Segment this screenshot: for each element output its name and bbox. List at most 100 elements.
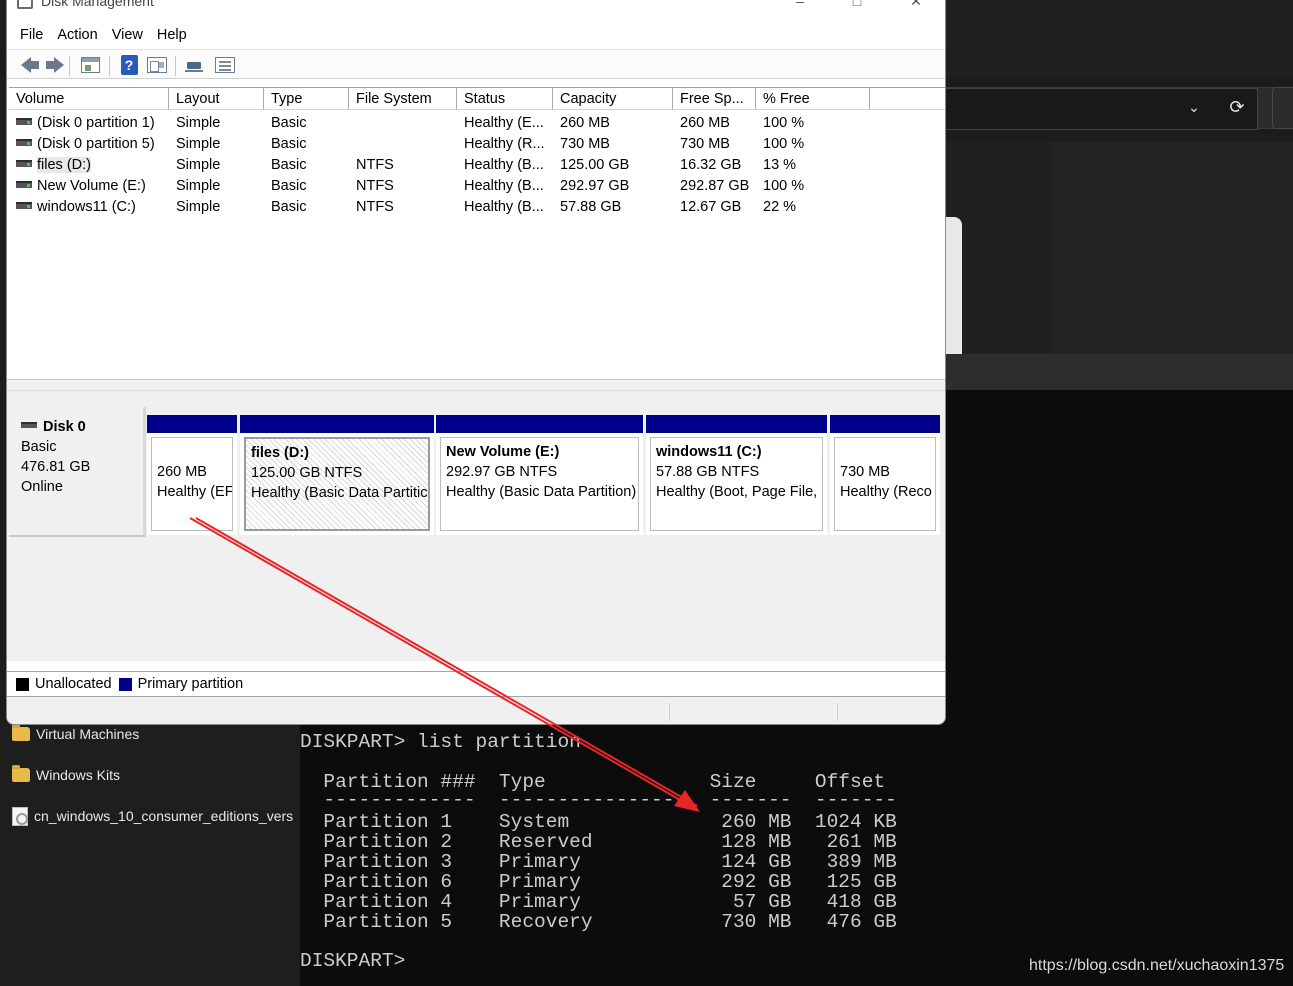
menu-view[interactable]: View [105,23,150,47]
console-divider: ------------- ---------------- ------- -… [300,789,897,811]
explorer-column [1050,142,1293,354]
col-empty [870,88,945,110]
back-arrow-icon [21,57,39,73]
close-button[interactable]: ✕ [901,0,931,11]
minimize-button[interactable]: – [785,0,815,11]
partition-title: New Volume (E:) [446,444,560,460]
titlebar[interactable]: Disk Management – □ ✕ [7,0,945,21]
menu-file[interactable]: File [13,23,50,47]
graphical-disk-view: Disk 0 Basic 476.81 GB Online 260 MB Hea… [7,391,945,661]
col-percent-free[interactable]: % Free [756,88,870,110]
folder-icon [12,724,30,741]
col-capacity[interactable]: Capacity [553,88,673,110]
pct-free-cell: 100 % [763,178,805,194]
table-row[interactable]: (Disk 0 partition 1) Simple Basic Health… [9,113,945,134]
sidebar-item-virtual-machines[interactable]: Virtual Machines [12,723,139,745]
volume-name: (Disk 0 partition 5) [37,136,155,152]
sidebar-item-iso-file[interactable]: cn_windows_10_consumer_editions_vers [12,805,293,827]
toolbar-separator [109,56,110,76]
address-field[interactable] [946,88,1258,130]
disk-0-label[interactable]: Disk 0 Basic 476.81 GB Online [9,407,146,537]
column-header-row: Volume Layout Type File System Status Ca… [9,88,945,110]
search-box-edge[interactable] [1272,87,1293,129]
partition-files-d[interactable]: files (D:) 125.00 GB NTFS Healthy (Basic… [240,415,434,535]
pct-free-cell: 13 % [763,157,797,173]
layout-cell: Simple [176,199,221,215]
col-type[interactable]: Type [264,88,349,110]
list-view-button[interactable] [214,55,236,75]
file-icon [12,806,28,826]
drive-icon [16,118,32,125]
back-button[interactable] [15,55,39,75]
status-cell: Healthy (B... [464,199,544,215]
primary-partition-bar [646,415,827,433]
maximize-button[interactable]: □ [842,0,872,11]
status-bar [7,697,945,724]
col-layout[interactable]: Layout [169,88,264,110]
fs-cell [349,113,457,134]
fs-cell [349,134,457,155]
table-row[interactable]: New Volume (E:) Simple Basic NTFS Health… [9,176,945,197]
diskpart-console[interactable]: DISKPART> list partition Partition ### T… [300,728,897,971]
refresh-icon[interactable]: ⟳ [1225,96,1249,120]
legend-primary: Primary partition [118,676,243,692]
chevron-down-icon[interactable]: ⌄ [1183,97,1205,119]
volume-cell: New Volume (E:) [9,176,169,197]
partition-status: Healthy (Boot, Page File, [656,484,818,500]
volume-list[interactable]: Volume Layout Type File System Status Ca… [9,87,945,377]
table-row[interactable]: files (D:) Simple Basic NTFS Healthy (B.… [9,155,945,176]
layout-cell: Simple [176,115,221,131]
help-button[interactable]: ? [118,55,140,75]
menu-bar: File Action View Help [7,23,945,47]
console-row: Partition 1 System 260 MB 1024 KB [300,811,897,833]
status-divider [669,703,670,721]
col-free-space[interactable]: Free Sp... [673,88,756,110]
folder-icon [12,765,30,782]
volume-name: windows11 (C:) [37,199,136,215]
connect-disk-button[interactable] [184,55,206,75]
partition-new-volume-e[interactable]: New Volume (E:) 292.97 GB NTFS Healthy (… [436,415,643,535]
properties-button[interactable] [146,55,168,75]
pane-splitter[interactable] [7,379,945,391]
type-cell: Basic [271,199,307,215]
fs-cell: NTFS [356,178,394,194]
table-row[interactable]: (Disk 0 partition 5) Simple Basic Health… [9,134,945,155]
partition-efi[interactable]: 260 MB Healthy (EF [147,415,237,535]
fs-cell: NTFS [356,199,394,215]
partition-size: 125.00 GB NTFS [251,465,363,481]
console-command: DISKPART> list partition [300,731,581,753]
col-file-system[interactable]: File System [349,88,457,110]
dialog-edge [946,217,962,354]
forward-button[interactable] [41,55,64,75]
partition-windows11-c[interactable]: windows11 (C:) 57.88 GB NTFS Healthy (Bo… [646,415,827,535]
explorer-titlebar [946,0,1293,76]
capacity-cell: 730 MB [560,136,610,152]
console-row: Partition 2 Reserved 128 MB 261 MB [300,831,897,853]
forward-arrow-icon [46,57,64,73]
free-cell: 12.67 GB [680,199,742,215]
drive-icon [16,139,32,146]
type-cell: Basic [271,115,307,131]
status-cell: Healthy (R... [464,136,545,152]
sidebar-item-windows-kits[interactable]: Windows Kits [12,764,120,786]
disk-management-window[interactable]: Disk Management – □ ✕ File Action View H… [6,0,946,725]
volume-name: (Disk 0 partition 1) [37,115,155,131]
sidebar-item-label: Virtual Machines [36,726,140,742]
menu-help[interactable]: Help [150,23,194,47]
capacity-cell: 57.88 GB [560,199,622,215]
table-row[interactable]: windows11 (C:) Simple Basic NTFS Healthy… [9,197,945,218]
partition-size: 292.97 GB NTFS [446,464,558,480]
disk-size: 476.81 GB [21,459,91,475]
partition-body: 730 MB Healthy (Reco [834,437,936,531]
volume-cell: files (D:) [9,155,169,176]
show-hide-console-tree-button[interactable] [79,55,101,75]
list-icon [215,57,235,73]
partition-recovery[interactable]: 730 MB Healthy (Reco [830,415,940,535]
volume-name: files (D:) [37,157,91,173]
partition-body: windows11 (C:) 57.88 GB NTFS Healthy (Bo… [650,437,823,531]
menu-action[interactable]: Action [50,23,104,47]
col-status[interactable]: Status [457,88,553,110]
window-title: Disk Management [41,0,154,9]
free-cell: 260 MB [680,115,730,131]
col-volume[interactable]: Volume [9,88,169,110]
